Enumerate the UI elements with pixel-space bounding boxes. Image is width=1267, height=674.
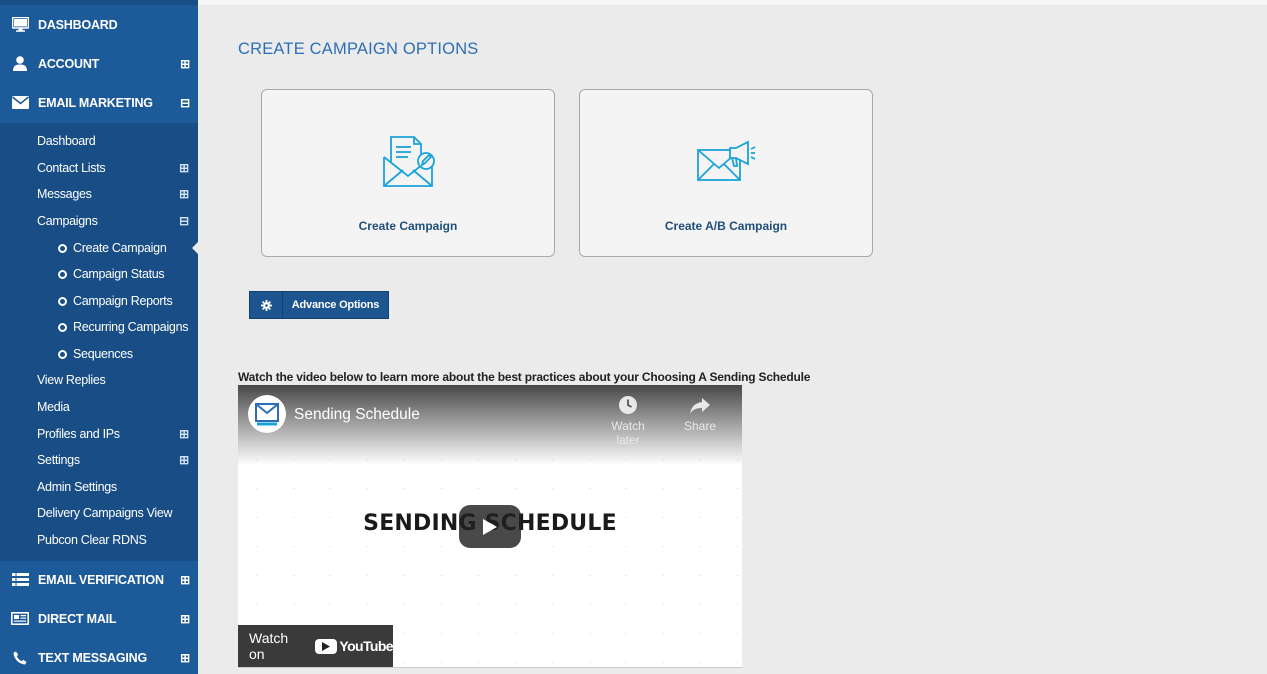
sidebar-subitem-view-replies[interactable]: View Replies	[37, 367, 197, 393]
sidebar-subsub-recurring-campaigns[interactable]: Recurring Campaigns	[58, 314, 198, 340]
share-label: Share	[683, 419, 717, 433]
sidebar-subitem-contact-lists[interactable]: Contact Lists ⊞	[37, 155, 197, 181]
sidebar-subitem-profiles-ips[interactable]: Profiles and IPs ⊞	[37, 421, 197, 447]
create-campaign-card[interactable]: Create Campaign	[261, 89, 555, 257]
sidebar-subitem-messages[interactable]: Messages ⊞	[37, 181, 197, 207]
video-caption: Watch the video below to learn more abou…	[238, 370, 811, 384]
sidebar-subitem-label: View Replies	[37, 373, 106, 387]
active-indicator	[192, 242, 198, 254]
sidebar-item-label: DIRECT MAIL	[38, 611, 117, 626]
sidebar-item-dashboard[interactable]: DASHBOARD	[0, 5, 198, 44]
sidebar-subitem-label: Media	[37, 400, 70, 414]
sidebar-subsub-campaign-reports[interactable]: Campaign Reports	[58, 288, 198, 314]
youtube-play-icon	[315, 638, 338, 654]
sidebar-subitem-label: Pubcon Clear RDNS	[37, 533, 147, 547]
sidebar-subsub-label: Recurring Campaigns	[73, 320, 189, 334]
sidebar-item-label: EMAIL MARKETING	[38, 95, 153, 110]
sidebar-subitem-settings[interactable]: Settings ⊞	[37, 447, 197, 473]
sidebar-subsub-sequences[interactable]: Sequences	[58, 341, 198, 367]
sidebar-item-label: DASHBOARD	[38, 17, 118, 32]
sidebar-subitem-label: Messages	[37, 187, 92, 201]
youtube-wordmark: YouTube	[339, 638, 393, 654]
sidebar-subitem-label: Profiles and IPs	[37, 427, 120, 441]
sidebar-subsub-campaign-status[interactable]: Campaign Status	[58, 261, 198, 287]
expand-icon[interactable]: ⊞	[179, 428, 189, 440]
expand-icon[interactable]: ⊞	[180, 613, 190, 625]
channel-logo-icon[interactable]	[248, 395, 286, 433]
share-button[interactable]: Share	[670, 395, 730, 433]
watch-later-label: Watch later	[611, 419, 645, 447]
share-arrow-icon	[690, 398, 710, 414]
sidebar-subitem-label: Delivery Campaigns View	[37, 506, 173, 520]
expand-icon[interactable]: ⊞	[179, 162, 189, 174]
create-ab-campaign-label: Create A/B Campaign	[664, 219, 788, 233]
sidebar-item-email-marketing[interactable]: EMAIL MARKETING ⊟	[0, 83, 198, 122]
expand-icon[interactable]: ⊞	[179, 188, 189, 200]
sidebar-subitem-label: Dashboard	[37, 134, 96, 148]
collapse-icon[interactable]: ⊟	[179, 215, 189, 227]
sidebar-subitem-pubcon-clear-rdns[interactable]: Pubcon Clear RDNS	[37, 527, 197, 553]
sidebar-subitem-delivery-campaigns-view[interactable]: Delivery Campaigns View	[37, 500, 197, 526]
play-icon	[483, 518, 497, 535]
sidebar-item-label: ACCOUNT	[38, 56, 100, 71]
newspaper-icon	[0, 612, 38, 625]
video-title[interactable]: Sending Schedule	[294, 406, 420, 424]
top-strip	[198, 0, 1267, 5]
circle-icon	[58, 322, 67, 332]
create-ab-campaign-card[interactable]: Create A/B Campaign	[579, 89, 873, 257]
clock-icon	[619, 396, 637, 414]
sidebar-subsub-label: Campaign Status	[73, 267, 165, 281]
advance-options-label: Advance Options	[291, 299, 380, 311]
user-icon	[0, 56, 38, 71]
sidebar-item-text-messaging[interactable]: TEXT MESSAGING ⊞	[0, 638, 198, 674]
watch-on-label: Watch on	[249, 630, 289, 662]
gear-icon	[250, 292, 283, 318]
page-title: CREATE CAMPAIGN OPTIONS	[238, 40, 479, 58]
expand-icon[interactable]: ⊞	[180, 58, 190, 70]
create-campaign-label: Create Campaign	[358, 219, 458, 233]
circle-icon	[58, 296, 67, 306]
expand-icon[interactable]: ⊞	[179, 454, 189, 466]
sidebar-subitem-campaigns[interactable]: Campaigns ⊟	[37, 208, 197, 234]
advance-options-button[interactable]: Advance Options	[249, 291, 389, 319]
sidebar-subitem-media[interactable]: Media	[37, 394, 197, 420]
sidebar: DASHBOARD ACCOUNT ⊞ EMAIL MARKETING ⊟ Da…	[0, 0, 198, 674]
expand-icon[interactable]: ⊞	[180, 652, 190, 664]
envelope-megaphone-icon	[696, 134, 756, 189]
sidebar-subsub-label: Campaign Reports	[73, 294, 173, 308]
sidebar-subsub-label: Create Campaign	[73, 241, 167, 255]
sidebar-subsub-label: Sequences	[73, 347, 133, 361]
collapse-icon[interactable]: ⊟	[180, 97, 190, 109]
sidebar-subitem-label: Admin Settings	[37, 480, 117, 494]
youtube-logo: YouTube	[315, 638, 394, 654]
sidebar-subitem-label: Contact Lists	[37, 161, 106, 175]
sidebar-item-label: TEXT MESSAGING	[38, 650, 148, 665]
sidebar-subitem-label: Campaigns	[37, 214, 98, 228]
email-marketing-submenu: Dashboard Contact Lists ⊞ Messages ⊞ Cam…	[0, 123, 198, 561]
sidebar-item-account[interactable]: ACCOUNT ⊞	[0, 44, 198, 83]
sidebar-item-direct-mail[interactable]: DIRECT MAIL ⊞	[0, 599, 198, 638]
list-icon	[0, 573, 38, 586]
sidebar-subitem-dashboard[interactable]: Dashboard	[37, 128, 197, 154]
watch-later-button[interactable]: Watch later	[598, 395, 658, 447]
envelope-letter-icon	[380, 134, 436, 195]
video-top-gradient	[238, 385, 742, 465]
sidebar-subitem-label: Settings	[37, 453, 80, 467]
circle-icon	[58, 243, 67, 253]
sidebar-subitem-admin-settings[interactable]: Admin Settings	[37, 474, 197, 500]
sidebar-item-label: EMAIL VERIFICATION	[38, 572, 164, 587]
envelope-icon	[0, 96, 38, 109]
video-player[interactable]: Sending Schedule Watch later Share SENDI…	[238, 385, 742, 668]
circle-icon	[58, 269, 67, 279]
phone-icon	[0, 651, 38, 665]
sidebar-item-email-verification[interactable]: EMAIL VERIFICATION ⊞	[0, 560, 198, 599]
monitor-icon	[0, 17, 38, 32]
circle-icon	[58, 349, 67, 359]
sidebar-subsub-create-campaign[interactable]: Create Campaign	[58, 235, 198, 261]
expand-icon[interactable]: ⊞	[180, 574, 190, 586]
watch-on-youtube-button[interactable]: Watch on YouTube	[238, 625, 394, 667]
play-button[interactable]	[459, 505, 521, 548]
